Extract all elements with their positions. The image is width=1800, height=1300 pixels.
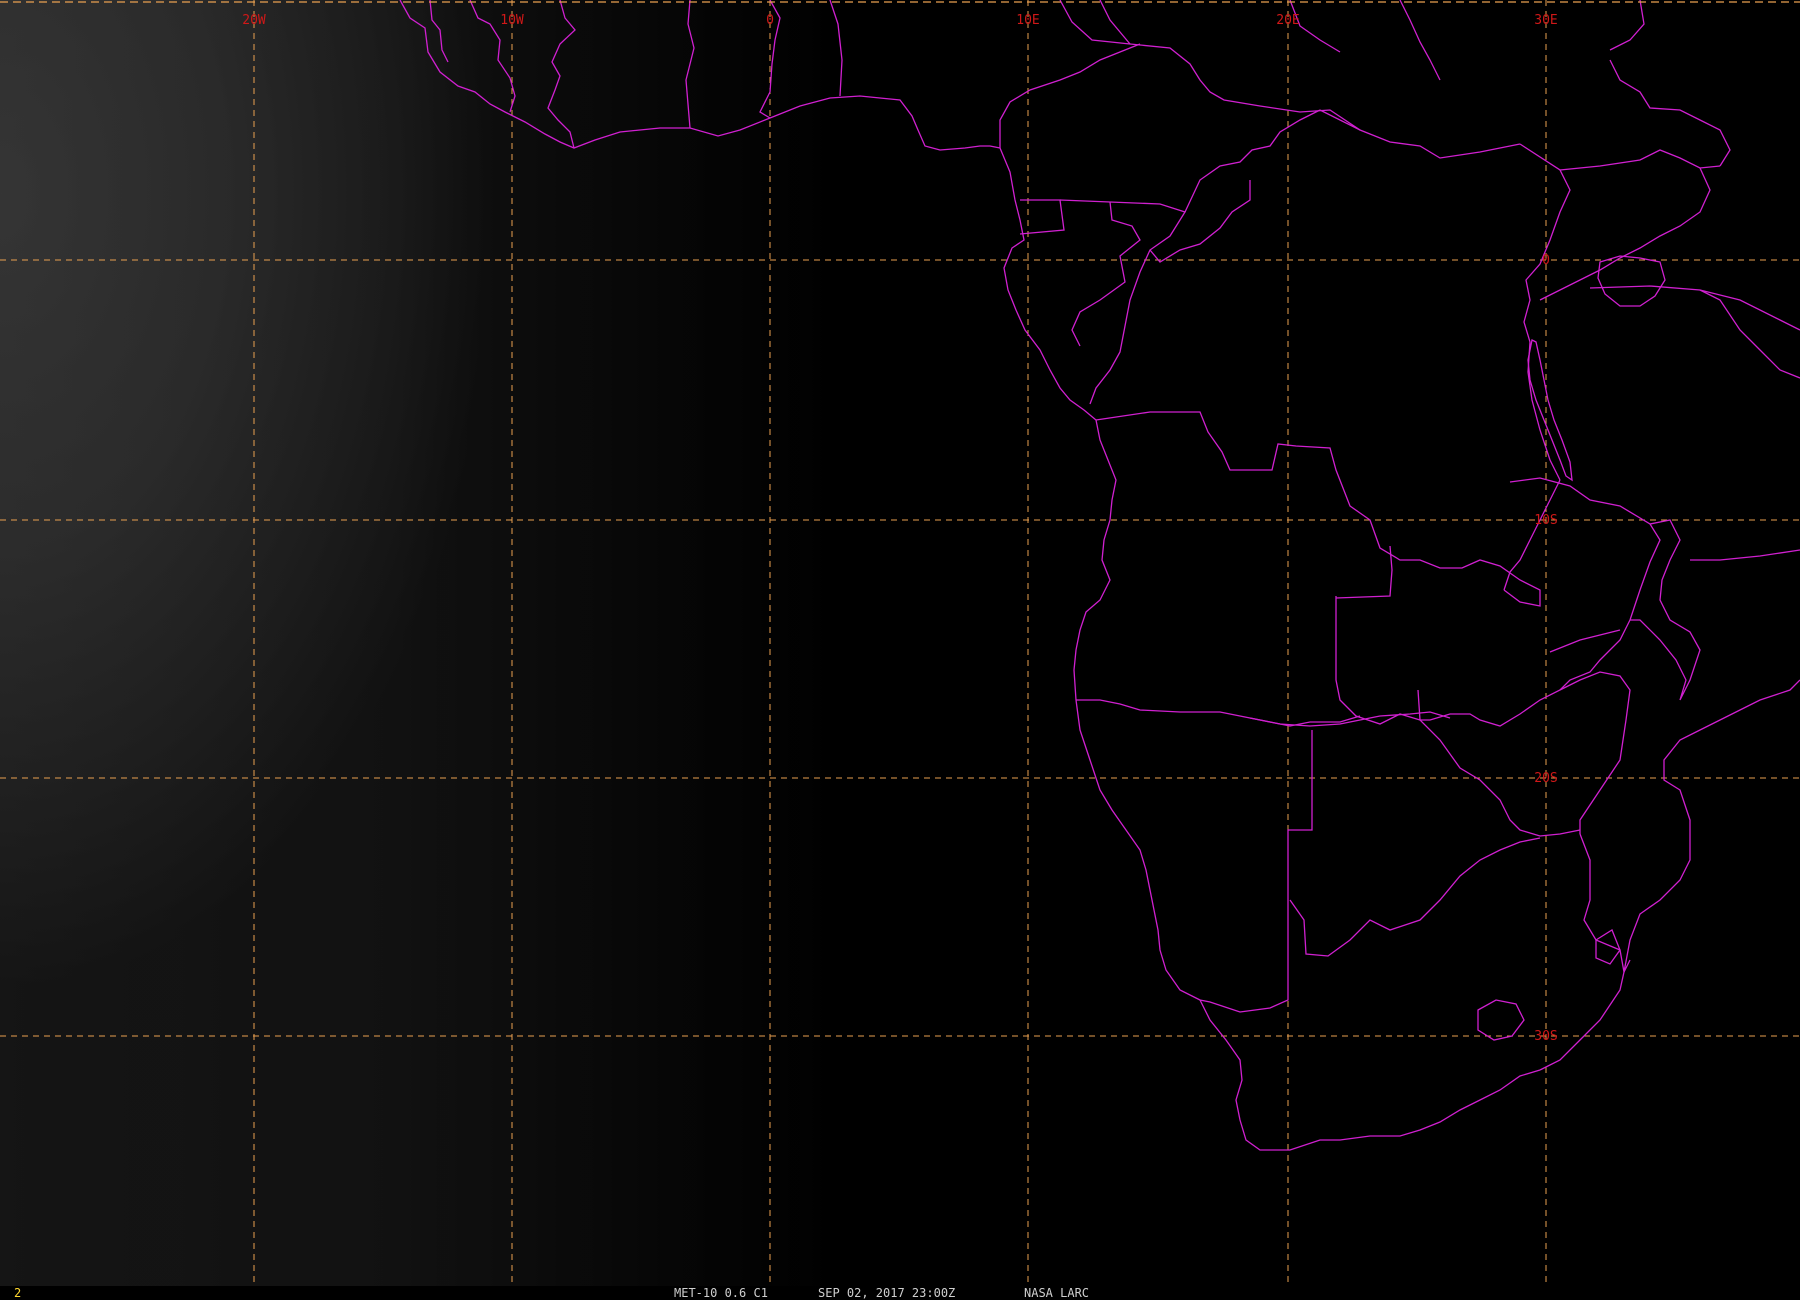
latitude-label: 10S bbox=[1534, 513, 1557, 528]
longitude-label: 20W bbox=[242, 13, 266, 28]
latitude-label: 20S bbox=[1534, 771, 1557, 786]
longitude-label: 20E bbox=[1276, 13, 1299, 28]
longitude-label: 10E bbox=[1016, 13, 1039, 28]
longitude-label: 0 bbox=[766, 13, 774, 28]
longitude-label: 30E bbox=[1534, 13, 1557, 28]
satellite-map: 20W 10W 0 10E 20E 30E 0 10S 20S 30S 2 MET-10 0.6… bbox=[0, 0, 1800, 1300]
latitude-label: 0 bbox=[1542, 253, 1550, 268]
map-canvas: 20W 10W 0 10E 20E 30E 0 10S 20S 30S bbox=[0, 0, 1800, 1286]
imagery-glow bbox=[0, 0, 800, 1286]
latitude-label: 30S bbox=[1534, 1029, 1557, 1044]
longitude-label: 10W bbox=[500, 13, 524, 28]
